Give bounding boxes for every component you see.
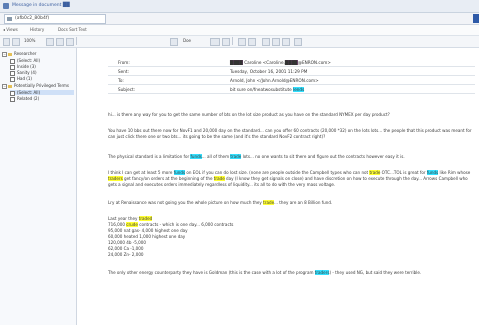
zoom-in-icon[interactable] — [46, 38, 54, 46]
tree-folder-researcher[interactable]: − Researcher — [2, 51, 36, 57]
checkbox[interactable] — [10, 58, 15, 64]
checkbox[interactable] — [10, 70, 15, 76]
folder-icon — [8, 52, 12, 56]
prev-icon[interactable] — [262, 38, 270, 46]
settings-icon[interactable] — [294, 38, 302, 46]
document-icon — [7, 17, 12, 21]
tree-item[interactable]: Related (2) — [10, 96, 39, 102]
zoom-level[interactable]: 100% — [24, 38, 35, 43]
body-paragraph: The only other energy counterparty they … — [108, 270, 422, 275]
tree-item[interactable]: Sanity (4) — [10, 70, 37, 76]
sent-row: Sent: Tuesday, October 16, 2001 11:29 PM — [108, 67, 475, 76]
next-icon[interactable] — [272, 38, 280, 46]
body-line: Last year they traded — [108, 216, 153, 221]
body-paragraph: The physical standard is a limitation fo… — [108, 154, 405, 159]
body-paragraph: hi... is there any way for you to get th… — [108, 112, 390, 117]
list-item: 60,000 heated 1,000 highest one day — [108, 234, 186, 239]
checkbox[interactable] — [10, 76, 15, 82]
zoom-out-icon[interactable] — [56, 38, 64, 46]
subject-label: Subject: — [118, 87, 136, 92]
checkbox-tool[interactable] — [3, 38, 10, 46]
tree-item[interactable]: Had (1) — [10, 76, 32, 82]
list-item: 120,000 4b -5,000 — [108, 240, 146, 245]
print-icon[interactable] — [238, 38, 246, 46]
list-item: 24,000 Zn- 2,000 — [108, 252, 144, 257]
tags-panel: − Researcher (Select: All) Inside (3) San… — [0, 48, 77, 325]
list-item: 716,000 crude contracts - which is one d… — [108, 222, 234, 227]
folder-icon — [8, 84, 12, 88]
document-tab-bar: (afb0c2_80b4f) — [0, 13, 479, 25]
toolbar-divider — [232, 37, 233, 45]
copy-icon[interactable] — [248, 38, 256, 46]
subject-row: Subject: bit sure on/fneatwosubstitute l… — [108, 85, 475, 94]
pin-icon[interactable] — [222, 38, 230, 46]
search-icon[interactable] — [12, 38, 20, 46]
tree-folder-privileged[interactable]: − Potentially Privileged Terms — [2, 83, 69, 89]
subject-value: bit sure on/fneatwosubstitute lends — [230, 87, 305, 92]
sent-label: Sent: — [118, 69, 129, 74]
document-tab[interactable]: (afb0c2_80b4f) — [4, 14, 106, 24]
scroll-indicator[interactable] — [473, 14, 479, 23]
tree-item-selected[interactable]: (Select: All) — [10, 90, 74, 96]
to-row: To: Arnold, John </John.Arnold@ENRON.com… — [108, 76, 475, 85]
collapse-icon[interactable]: − — [2, 51, 7, 57]
toolbar: 100% Doe — [0, 36, 479, 48]
checkbox[interactable] — [10, 90, 15, 96]
history-link[interactable]: History — [30, 27, 44, 32]
collapse-icon[interactable]: − — [2, 83, 7, 89]
view-select[interactable]: Doe — [183, 38, 191, 43]
app-icon — [3, 3, 9, 9]
document-tab-label: (afb0c2_80b4f) — [15, 16, 50, 21]
from-value[interactable]: ████ Caroline <Caroline.████@ENRON.com> — [230, 60, 331, 65]
navigation-bar: ◂ Views History Docs Sort Text — [0, 25, 479, 36]
play-icon[interactable] — [282, 38, 290, 46]
window-title: Message in document ██ — [12, 3, 70, 8]
grid-icon[interactable] — [170, 38, 178, 46]
back-link[interactable]: ◂ Views — [3, 27, 18, 32]
toolbar-divider — [76, 37, 77, 45]
to-label: To: — [118, 78, 124, 83]
title-bar: Message in document ██ — [0, 0, 479, 13]
body-paragraph: You have 10 bbs out there now for NovF1 … — [108, 128, 472, 140]
dropdown-arrow-icon[interactable] — [210, 38, 220, 46]
list-item: 95,000 nat gas- 4,000 highest one day — [108, 228, 188, 233]
fit-icon[interactable] — [66, 38, 74, 46]
docs-sort-link[interactable]: Docs Sort Text — [58, 27, 87, 32]
email-header: From: ████ Caroline <Caroline.████@ENRON… — [108, 58, 475, 94]
checkbox[interactable] — [10, 96, 15, 102]
checkbox[interactable] — [10, 64, 15, 70]
tree-item[interactable]: (Select: All) — [10, 58, 40, 64]
body-paragraph: I think I can get at least 5 more funds … — [108, 170, 471, 188]
from-label: From: — [118, 60, 130, 65]
body-paragraph: Lry at Renaissance was not going you the… — [108, 200, 333, 205]
sent-value: Tuesday, October 16, 2001 11:29 PM — [230, 69, 308, 74]
from-row: From: ████ Caroline <Caroline.████@ENRON… — [108, 58, 475, 67]
to-value[interactable]: Arnold, John </John.Arnold@ENRON.com> — [230, 78, 319, 83]
list-item: 62,000 Ca -1,000 — [108, 246, 144, 251]
tree-item[interactable]: Inside (3) — [10, 64, 36, 70]
email-body: hi... is there any way for you to get th… — [108, 112, 478, 322]
